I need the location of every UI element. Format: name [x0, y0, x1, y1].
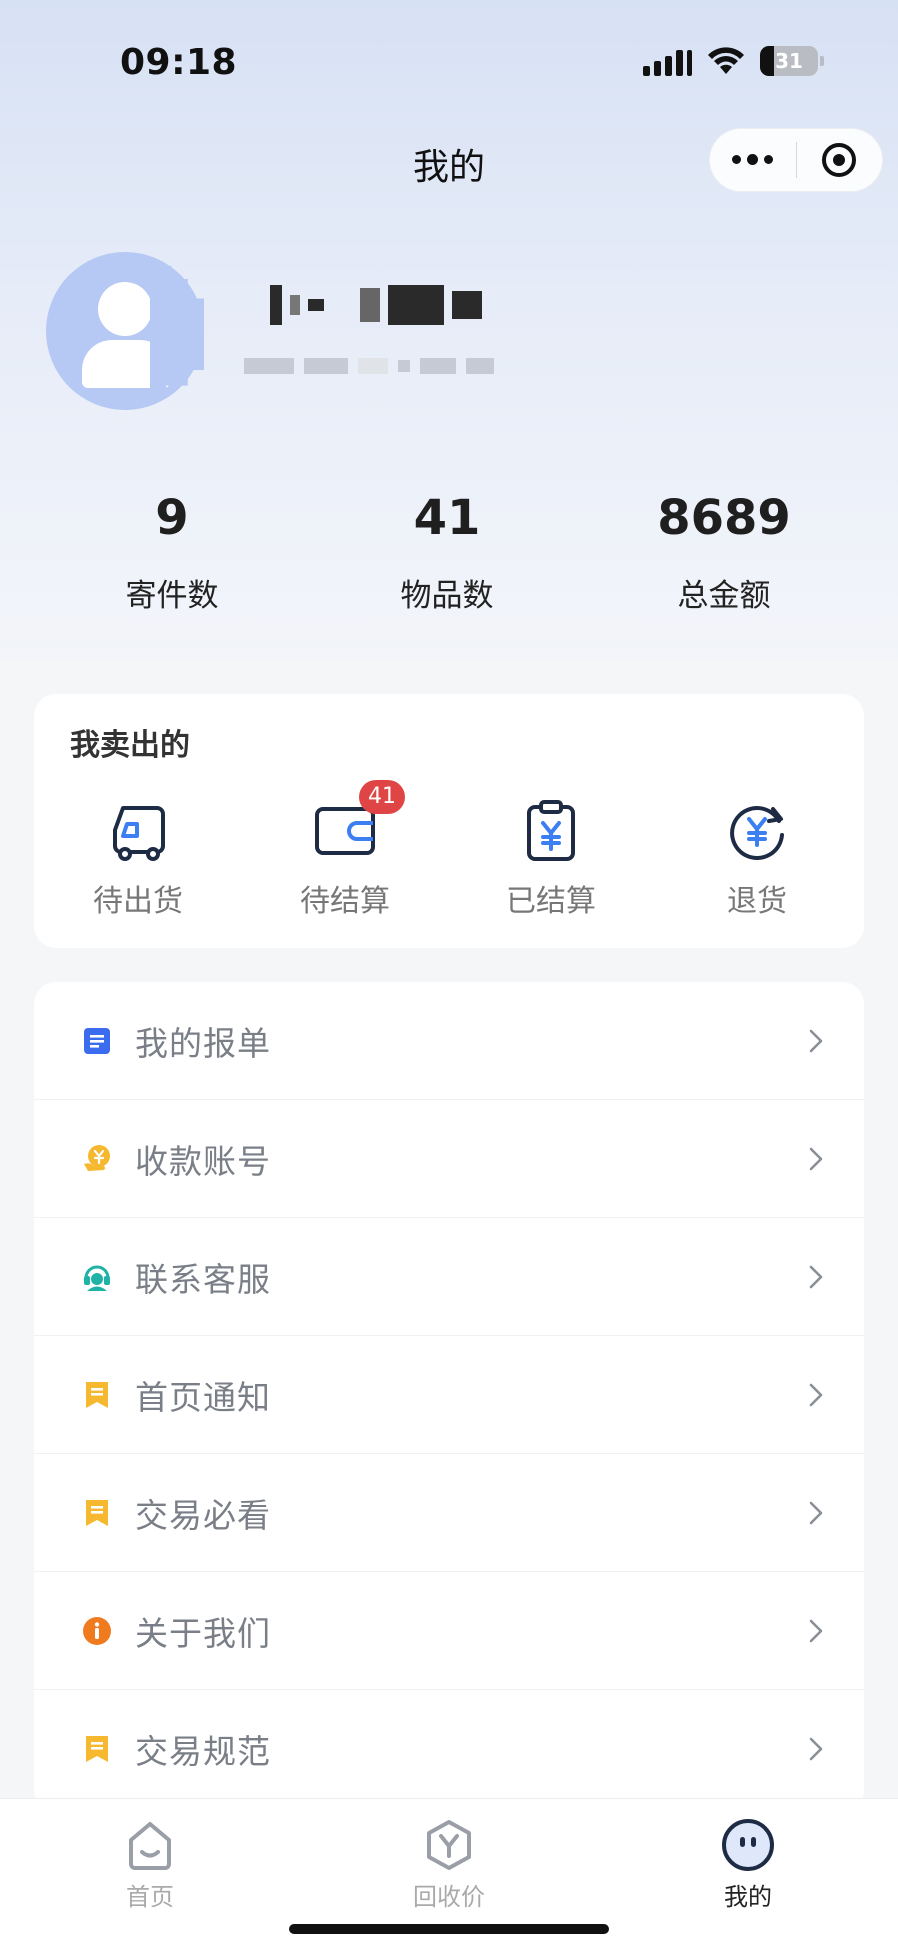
menu-item-my-reports[interactable]: 我的报单	[34, 982, 864, 1100]
sold-card-title: 我卖出的	[70, 728, 190, 763]
username-redacted	[270, 284, 482, 326]
chevron-right-icon	[809, 1147, 823, 1170]
pending-settlement-badge: 41	[359, 780, 405, 814]
menu-item-customer-service[interactable]: 联系客服	[34, 1218, 864, 1336]
menu-item-home-notice[interactable]: 首页通知	[34, 1336, 864, 1454]
menu-item-payment-account[interactable]: 收款账号	[34, 1100, 864, 1218]
settings-menu: 我的报单 收款账号 联系客服 首页通知 交易必看 关于我们 交易规范	[34, 982, 864, 1812]
home-indicator[interactable]	[289, 1924, 609, 1934]
notice-icon	[82, 1380, 112, 1410]
sold-orders-card: 我卖出的 待出货 41 待结算 已结算 退货	[34, 694, 864, 948]
status-time: 09:18	[120, 42, 238, 83]
recycle-price-icon	[427, 1820, 471, 1870]
menu-item-about-us[interactable]: 关于我们	[34, 1572, 864, 1690]
close-target-icon[interactable]	[797, 143, 883, 177]
stat-items[interactable]: 41 物品数	[337, 490, 557, 615]
chevron-right-icon	[809, 1737, 823, 1760]
refund-yen-icon	[730, 806, 784, 861]
home-icon	[129, 1822, 171, 1870]
stat-total-amount[interactable]: 8689 总金额	[614, 490, 834, 615]
sold-pending-settlement[interactable]: 41 待结算	[275, 780, 415, 920]
battery-icon: 31	[760, 46, 824, 76]
chevron-right-icon	[809, 1619, 823, 1642]
profile-icon	[722, 1819, 774, 1871]
wifi-icon	[708, 47, 744, 74]
miniprogram-capsule	[709, 128, 883, 192]
status-icons: 31	[643, 46, 824, 76]
sold-pending-shipment[interactable]: 待出货	[68, 798, 208, 920]
user-id-redacted	[244, 354, 494, 378]
clipboard-yen-icon	[527, 800, 575, 861]
menu-item-trading-must-read[interactable]: 交易必看	[34, 1454, 864, 1572]
headset-icon	[82, 1262, 112, 1292]
signal-icon	[643, 46, 692, 76]
chevron-right-icon	[809, 1029, 823, 1052]
more-icon[interactable]	[710, 154, 796, 165]
sold-settled[interactable]: 已结算	[481, 798, 621, 920]
notice-icon	[82, 1734, 112, 1764]
info-icon	[82, 1616, 112, 1646]
chevron-right-icon	[809, 1265, 823, 1288]
tab-my-profile[interactable]: 我的	[668, 1817, 828, 1912]
tab-recycle-price[interactable]: 回收价	[369, 1817, 529, 1912]
tab-home[interactable]: 首页	[70, 1817, 230, 1912]
sold-returns[interactable]: 退货	[687, 798, 827, 920]
notice-icon	[82, 1498, 112, 1528]
yen-hand-icon	[82, 1144, 112, 1174]
stat-shipments[interactable]: 9 寄件数	[62, 490, 282, 615]
chevron-right-icon	[809, 1383, 823, 1406]
chevron-right-icon	[809, 1501, 823, 1524]
truck-icon	[113, 806, 165, 861]
document-icon	[82, 1026, 112, 1056]
menu-item-trading-rules[interactable]: 交易规范	[34, 1690, 864, 1808]
